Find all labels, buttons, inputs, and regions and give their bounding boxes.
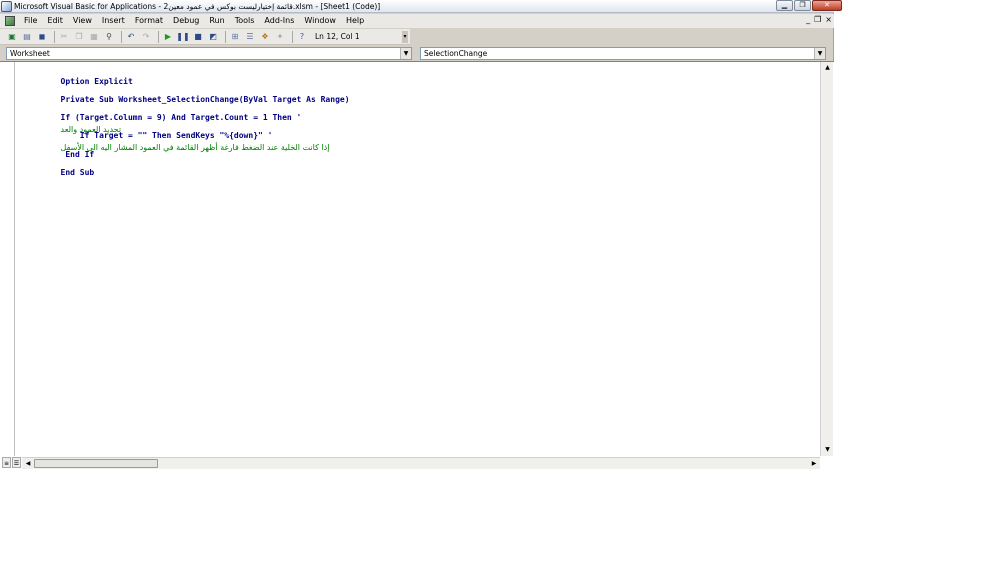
view-toggle: ≡ ☰ [2,457,21,469]
menu-file[interactable]: File [19,14,42,28]
object-browser-icon[interactable]: ❖ [259,31,271,43]
horizontal-scroll-thumb[interactable] [34,459,158,468]
project-explorer-icon[interactable]: ⊞ [229,31,241,43]
vba-editor-window: Microsoft Visual Basic for Applications … [0,0,842,469]
procedure-combo[interactable]: SelectionChange ▼ [420,47,826,60]
code-window-system-icon[interactable] [5,16,15,26]
code-line-4[interactable]: If Target = "" Then SendKeys "%{down}" '… [22,118,330,152]
reset-icon[interactable]: ■ [192,31,204,43]
help-icon[interactable]: ? [296,31,308,43]
standard-toolbar: ▣ ▤ ◼ ✂ ❐ ▦ ⚲ ↶ ↷ ▶ ❚❚ ■ ◩ ⊞ ☰ ❖ ✦ ? Ln … [0,29,410,45]
toolbar-separator [225,30,226,43]
toolbar-separator [292,30,293,43]
scroll-up-icon[interactable]: ▲ [821,62,834,74]
run-icon[interactable]: ▶ [162,31,174,43]
menu-tools[interactable]: Tools [230,14,260,28]
insert-module-icon[interactable]: ▤ [21,31,33,43]
code-comment: إذا كانت الخلية عند الضغط فارغة أظهر الق… [60,143,330,152]
menu-edit[interactable]: Edit [42,14,68,28]
toolbar-separator [158,30,159,43]
vba-app-icon [1,0,12,12]
chevron-down-icon[interactable]: ▼ [400,48,411,59]
menu-help[interactable]: Help [341,14,369,28]
scroll-left-icon[interactable]: ◀ [22,458,34,470]
menu-format[interactable]: Format [130,14,168,28]
code-window[interactable]: Option Explicit Private Sub Worksheet_Se… [0,61,834,469]
cursor-position: Ln 12, Col 1 [315,32,360,41]
scroll-down-icon[interactable]: ▼ [821,444,834,456]
vertical-scrollbar[interactable]: ▲ ▼ [820,62,833,456]
object-combo-value: Worksheet [10,49,50,58]
menu-insert[interactable]: Insert [97,14,130,28]
window-title: Microsoft Visual Basic for Applications … [14,1,381,11]
full-module-view-icon[interactable]: ☰ [12,457,21,468]
title-bar: Microsoft Visual Basic for Applications … [0,0,842,13]
toolbar-separator [121,30,122,43]
mdi-controls: _ ❐ × [806,15,832,24]
excel-icon[interactable]: ▣ [6,31,18,43]
mdi-minimize-button[interactable]: _ [806,15,810,24]
toolbar-separator [54,30,55,43]
window-controls: ▁ ❐ ✕ [775,0,842,12]
procedure-view-icon[interactable]: ≡ [2,457,11,468]
menu-bar: File Edit View Insert Format Debug Run T… [0,14,834,28]
menu-run[interactable]: Run [204,14,229,28]
properties-icon[interactable]: ☰ [244,31,256,43]
close-button[interactable]: ✕ [812,0,842,11]
restore-button[interactable]: ❐ [794,0,811,11]
mdi-close-button[interactable]: × [825,15,832,24]
copy-icon[interactable]: ❐ [73,31,85,43]
object-combo[interactable]: Worksheet ▼ [6,47,412,60]
paste-icon[interactable]: ▦ [88,31,100,43]
menu-debug[interactable]: Debug [168,14,204,28]
code-line-6[interactable]: End Sub [22,155,95,177]
menu-add-ins[interactable]: Add-Ins [259,14,299,28]
code-line-5[interactable]: End If [22,137,94,159]
design-mode-icon[interactable]: ◩ [207,31,219,43]
mdi-restore-button[interactable]: ❐ [814,15,821,24]
cut-icon[interactable]: ✂ [58,31,70,43]
code-line-1[interactable]: Option Explicit [22,64,133,86]
chevron-down-icon[interactable]: ▼ [814,48,825,59]
toolbar-options-icon[interactable]: ▾ [402,31,408,43]
menu-window[interactable]: Window [299,14,341,28]
code-line-text: End Sub [60,168,95,177]
horizontal-scrollbar[interactable]: ◀ ▶ [22,457,820,469]
code-line-3[interactable]: If (Target.Column = 9) And Target.Count … [22,100,302,134]
toolbox-icon[interactable]: ✦ [274,31,286,43]
procedure-combo-value: SelectionChange [424,49,488,58]
code-margin[interactable] [0,62,15,456]
redo-icon[interactable]: ↷ [140,31,152,43]
menu-view[interactable]: View [68,14,97,28]
save-icon[interactable]: ◼ [36,31,48,43]
code-line-2[interactable]: Private Sub Worksheet_SelectionChange(By… [22,82,350,104]
minimize-button[interactable]: ▁ [776,0,793,11]
break-icon[interactable]: ❚❚ [176,31,189,43]
find-icon[interactable]: ⚲ [103,31,115,43]
undo-icon[interactable]: ↶ [125,31,137,43]
scroll-right-icon[interactable]: ▶ [808,458,820,470]
